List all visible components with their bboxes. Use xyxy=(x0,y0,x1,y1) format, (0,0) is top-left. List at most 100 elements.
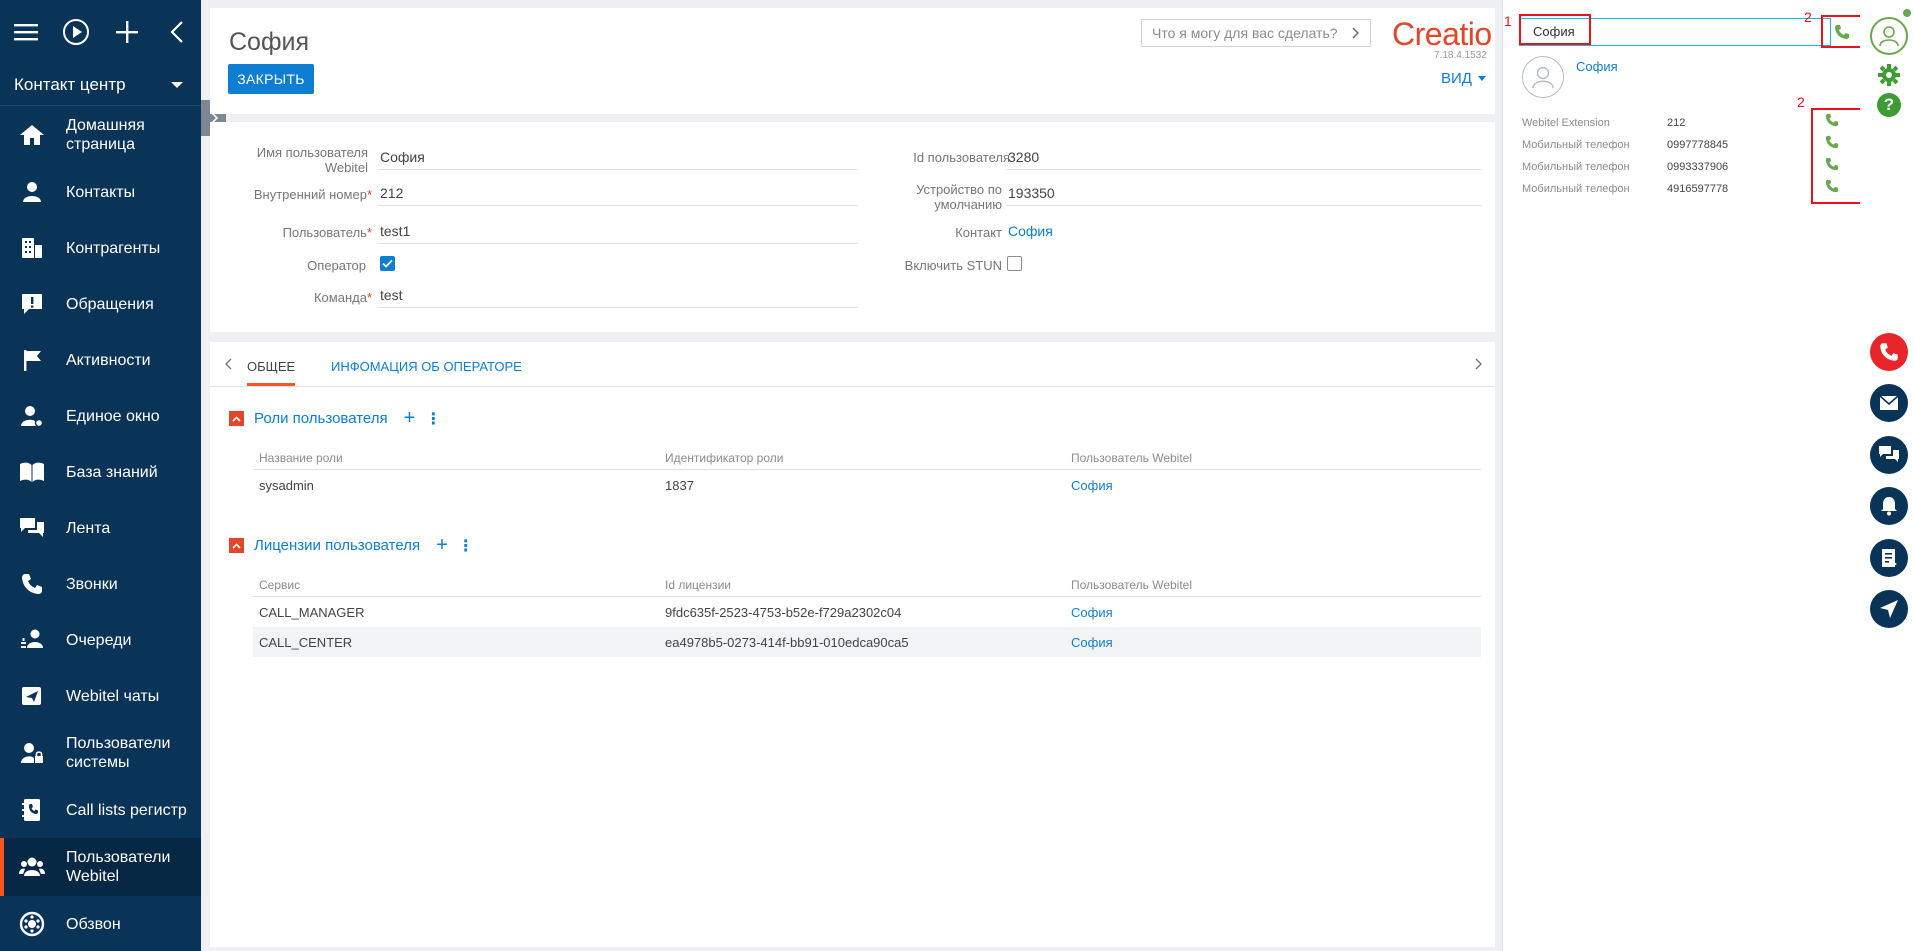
webitel-user-link[interactable]: София xyxy=(1065,635,1113,650)
licenses-grid-header: Сервис Id лицензии Пользователь Webitel xyxy=(253,573,1481,597)
play-icon[interactable] xyxy=(62,18,90,46)
chevron-left-icon[interactable] xyxy=(163,18,191,46)
sidebar-item-cases[interactable]: Обращения xyxy=(0,276,201,332)
call-icon[interactable] xyxy=(1825,113,1839,127)
call-icon[interactable] xyxy=(1834,24,1850,40)
sidebar-item-label: Пользователи системы xyxy=(66,735,171,771)
role-name-cell: sysadmin xyxy=(259,477,314,493)
webitel-user-link[interactable]: София xyxy=(1065,605,1113,620)
chat-icon xyxy=(1879,446,1899,462)
column-header[interactable]: Пользователь Webitel xyxy=(1065,578,1192,592)
phone-call-button[interactable] xyxy=(1870,333,1908,371)
service-cell: CALL_CENTER xyxy=(259,634,353,650)
sidebar-item-label: Домашняя страница xyxy=(66,117,145,153)
device-field[interactable]: 193350 xyxy=(1006,182,1482,206)
page-header: София ЗАКРЫТЬ Что я могу для вас сделать… xyxy=(210,8,1495,114)
call-icon[interactable] xyxy=(1825,157,1839,171)
tabs-scroll-left-icon[interactable] xyxy=(221,357,235,371)
licenses-title[interactable]: Лицензии пользователя xyxy=(254,537,420,554)
roles-title[interactable]: Роли пользователя xyxy=(254,410,388,427)
stun-checkbox[interactable] xyxy=(1007,256,1022,271)
detail-tabs-panel: ОБЩЕЕ ИНФОМАЦИЯ ОБ ОПЕРАТОРЕ Роли пользо… xyxy=(210,342,1495,947)
service-cell: CALL_MANAGER xyxy=(259,604,365,620)
command-search-input[interactable]: Что я могу для вас сделать? xyxy=(1141,19,1371,47)
call-icon[interactable] xyxy=(1825,135,1839,149)
send-button[interactable] xyxy=(1870,590,1908,628)
sidebar-item-dialer[interactable]: Обзвон xyxy=(0,896,201,951)
tabs-scroll-right-icon[interactable] xyxy=(1472,357,1486,371)
chat-button[interactable] xyxy=(1870,436,1908,474)
sidebar-item-knowledge-base[interactable]: База знаний xyxy=(0,444,201,500)
phone-icon xyxy=(18,570,46,598)
notifications-button[interactable] xyxy=(1870,487,1908,525)
column-header[interactable]: Идентификатор роли xyxy=(659,451,1065,465)
gear-icon[interactable] xyxy=(1877,63,1901,92)
sidebar-item-webitel-chats[interactable]: Webitel чаты xyxy=(0,668,201,724)
sidebar-item-home[interactable]: Домашняя страница xyxy=(0,106,201,164)
sidebar-item-label: Очереди xyxy=(66,631,132,649)
tab-operator-info[interactable]: ИНФОМАЦИЯ ОБ ОПЕРАТОРЕ xyxy=(331,359,522,374)
building-icon xyxy=(18,234,46,262)
internal-number-field[interactable]: 212 xyxy=(378,182,858,206)
sidebar-item-label: Webitel чаты xyxy=(66,687,160,705)
stun-label: Включить STUN xyxy=(904,258,1002,273)
sidebar-item-call-lists[interactable]: Call lists регистр xyxy=(0,782,201,838)
sidebar-item-activities[interactable]: Активности xyxy=(0,332,201,388)
user-field[interactable]: test1 xyxy=(378,220,858,244)
online-status-icon xyxy=(1903,9,1911,17)
column-header[interactable]: Пользователь Webitel xyxy=(1065,451,1192,465)
add-role-icon[interactable]: + xyxy=(404,407,416,430)
sidebar-item-webitel-users[interactable]: Пользователи Webitel xyxy=(0,838,201,896)
table-row[interactable]: CALL_CENTER ea4978b5-0273-414f-bb91-010e… xyxy=(253,627,1481,657)
dial-icon xyxy=(18,910,46,938)
roles-menu-icon[interactable]: ⋮ xyxy=(425,409,441,429)
view-button[interactable]: ВИД xyxy=(1441,70,1486,87)
team-field[interactable]: test xyxy=(378,284,858,308)
plus-icon[interactable] xyxy=(113,18,141,46)
tab-general[interactable]: ОБЩЕЕ xyxy=(247,359,296,386)
contact-link[interactable]: София xyxy=(1006,220,1206,244)
device-label: Устройство по умолчанию xyxy=(916,182,1002,212)
add-license-icon[interactable]: + xyxy=(436,534,448,557)
documents-button[interactable] xyxy=(1870,539,1908,577)
licenses-menu-icon[interactable]: ⋮ xyxy=(458,536,474,556)
email-button[interactable] xyxy=(1870,384,1908,422)
role-id-cell: 1837 xyxy=(665,477,694,493)
menu-icon[interactable] xyxy=(12,18,40,46)
queue-icon xyxy=(18,626,46,654)
table-row[interactable]: sysadmin 1837 София xyxy=(253,470,1481,500)
roles-section-header: Роли пользователя + ⋮ xyxy=(229,407,441,430)
sidebar-item-feed[interactable]: Лента xyxy=(0,500,201,556)
webitel-user-field[interactable]: София xyxy=(378,146,858,170)
close-button[interactable]: ЗАКРЫТЬ xyxy=(228,64,314,94)
operator-checkbox[interactable] xyxy=(380,256,395,271)
collapse-licenses-icon[interactable] xyxy=(229,538,244,553)
sidebar-item-contacts[interactable]: Контакты xyxy=(0,164,201,220)
fields-panel: Имя пользователя Webitel София Внутренни… xyxy=(210,122,1495,332)
sidebar-item-single-window[interactable]: Единое окно xyxy=(0,388,201,444)
chat-icon xyxy=(18,514,46,542)
help-icon[interactable]: ? xyxy=(1877,93,1901,117)
table-row[interactable]: CALL_MANAGER 9fdc635f-2523-4753-b52e-f72… xyxy=(253,597,1481,627)
chevron-down-icon xyxy=(1477,76,1486,81)
version-label: 7.18.4.1532 xyxy=(1434,50,1487,61)
sidebar-item-accounts[interactable]: Контрагенты xyxy=(0,220,201,276)
collapse-roles-icon[interactable] xyxy=(229,411,244,426)
user-id-field[interactable]: 3280 xyxy=(1006,146,1482,170)
home-icon xyxy=(18,121,46,149)
profile-avatar-icon[interactable] xyxy=(1870,17,1908,55)
sidebar-item-system-users[interactable]: Пользователи системы xyxy=(0,724,201,782)
webitel-user-link[interactable]: София xyxy=(1065,478,1113,493)
sidebar-item-calls[interactable]: Звонки xyxy=(0,556,201,612)
column-header[interactable]: Id лицензии xyxy=(659,578,1065,592)
column-header[interactable]: Сервис xyxy=(253,578,659,592)
call-icon[interactable] xyxy=(1825,179,1839,193)
contact-type-label: Мобильный телефон xyxy=(1522,183,1630,195)
workplace-select[interactable]: Контакт центр xyxy=(0,64,201,106)
sidebar-item-queues[interactable]: Очереди xyxy=(0,612,201,668)
cti-contact-name[interactable]: София xyxy=(1576,59,1618,74)
sidebar-item-label: Обращения xyxy=(66,295,154,313)
column-header[interactable]: Название роли xyxy=(253,451,659,465)
user-lock-icon xyxy=(18,739,46,767)
paper-plane-icon xyxy=(1880,600,1898,618)
